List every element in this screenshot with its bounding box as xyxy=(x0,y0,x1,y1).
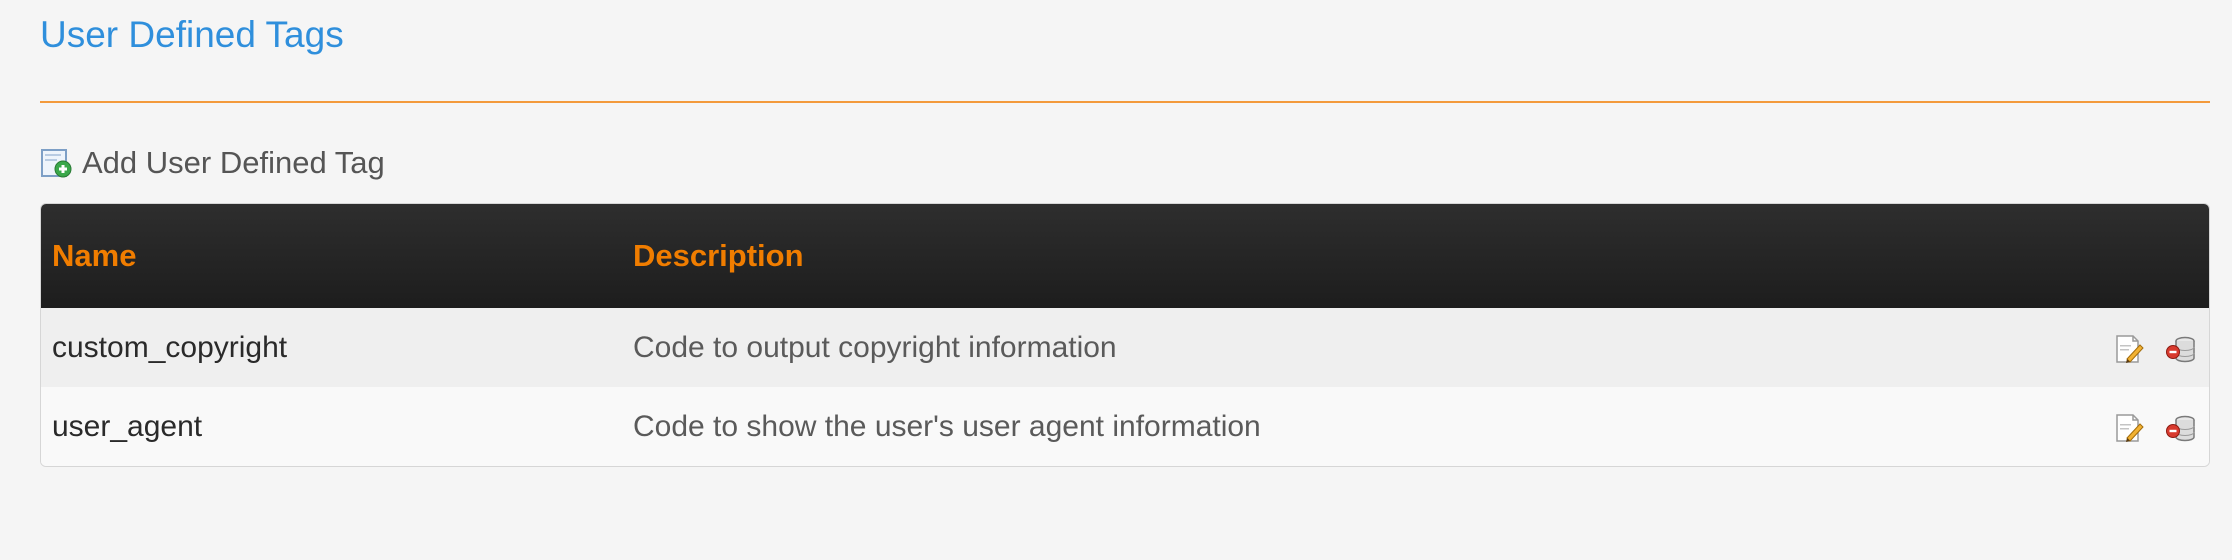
tag-description: Code to output copyright information xyxy=(633,330,1117,364)
page-title: User Defined Tags xyxy=(40,14,344,55)
table-header-row: Name Description xyxy=(41,204,2209,308)
column-header-actions xyxy=(2068,204,2209,308)
tag-name-link[interactable]: custom_copyright xyxy=(41,308,622,387)
edit-icon[interactable] xyxy=(2113,333,2145,365)
row-actions xyxy=(2068,308,2209,387)
delete-icon[interactable] xyxy=(2165,412,2197,444)
column-header-name: Name xyxy=(52,238,137,273)
delete-icon[interactable] xyxy=(2165,333,2197,365)
table-row: user_agent Code to show the user's user … xyxy=(41,387,2209,466)
add-user-defined-tag-link[interactable]: Add User Defined Tag xyxy=(40,140,385,186)
table-row: custom_copyright Code to output copyrigh… xyxy=(41,308,2209,387)
tag-description: Code to show the user's user agent infor… xyxy=(633,409,1261,443)
add-tag-icon xyxy=(40,147,72,179)
tags-table: Name Description custom_copyright Code t… xyxy=(40,203,2210,467)
title-divider xyxy=(40,101,2210,103)
row-actions xyxy=(2068,387,2209,466)
edit-icon[interactable] xyxy=(2113,412,2145,444)
add-link-label: Add User Defined Tag xyxy=(82,145,385,180)
tag-name-link[interactable]: user_agent xyxy=(41,387,622,466)
column-header-description: Description xyxy=(633,238,804,273)
